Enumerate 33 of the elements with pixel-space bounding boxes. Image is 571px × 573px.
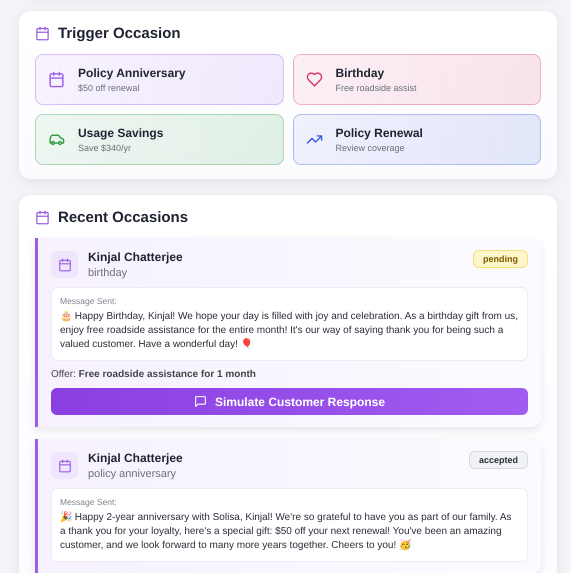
simulate-response-button[interactable]: Simulate Customer Response (51, 388, 528, 415)
option-title: Policy Renewal (336, 126, 423, 140)
occasion-option[interactable]: Usage Savings Save $340/yr (35, 114, 284, 165)
option-subtitle: $50 off renewal (78, 83, 140, 93)
calendar-icon (48, 71, 65, 88)
occasion-option[interactable]: Policy Anniversary $50 off renewal (35, 54, 284, 105)
occasion-option[interactable]: Birthday Free roadside assist (292, 54, 541, 105)
occasion-type: policy anniversary (88, 468, 178, 480)
message-icon (194, 395, 207, 408)
calendar-icon (58, 258, 72, 272)
status-badge: pending (473, 250, 528, 268)
option-subtitle: Save $340/yr (78, 143, 132, 153)
option-subtitle: Free roadside assist (336, 83, 417, 93)
calendar-icon (35, 26, 50, 41)
offer-text: Offer: Free roadside assistance for 1 month (51, 369, 257, 380)
option-title: Usage Savings (78, 126, 164, 140)
customer-name: Kinjal Chatterjee (88, 250, 183, 264)
calendar-icon (58, 458, 72, 472)
message-text: 🎂 Happy Birthday, Kinjal! We hope your day is filled with joy and celebration. As a birthday gift from us, enjoy free roadside assistance for the entire month! It's our way of saying thank you for being such a valued customer. Have a wonderful day! 🎈 (60, 310, 519, 352)
heart-icon (306, 71, 322, 88)
option-title: Birthday (336, 66, 386, 80)
section-title: Trigger Occasion (58, 25, 181, 42)
message-label: Message Sent: (60, 296, 118, 306)
status-badge: accepted (468, 451, 528, 469)
option-subtitle: Review coverage (336, 143, 406, 153)
occasion-type: birthday (88, 267, 128, 279)
customer-name: Kinjal Chatterjee (88, 451, 183, 465)
message-label: Message Sent: (60, 497, 118, 507)
section-title: Recent Occasions (58, 209, 188, 226)
message-text: 🎉 Happy 2-year anniversary with Solisa, Kinjal! We're so grateful to have you as part of our family. As a thank you for your loyalty, here's a special gift: $50 off your next renewal! You've been an amazing customer, and we look forward to many more years together. Cheers to you! 🥳 (60, 511, 513, 553)
calendar-icon (35, 210, 50, 225)
option-title: Policy Anniversary (78, 66, 186, 80)
occasion-option[interactable]: Policy Renewal Review coverage (292, 114, 541, 165)
